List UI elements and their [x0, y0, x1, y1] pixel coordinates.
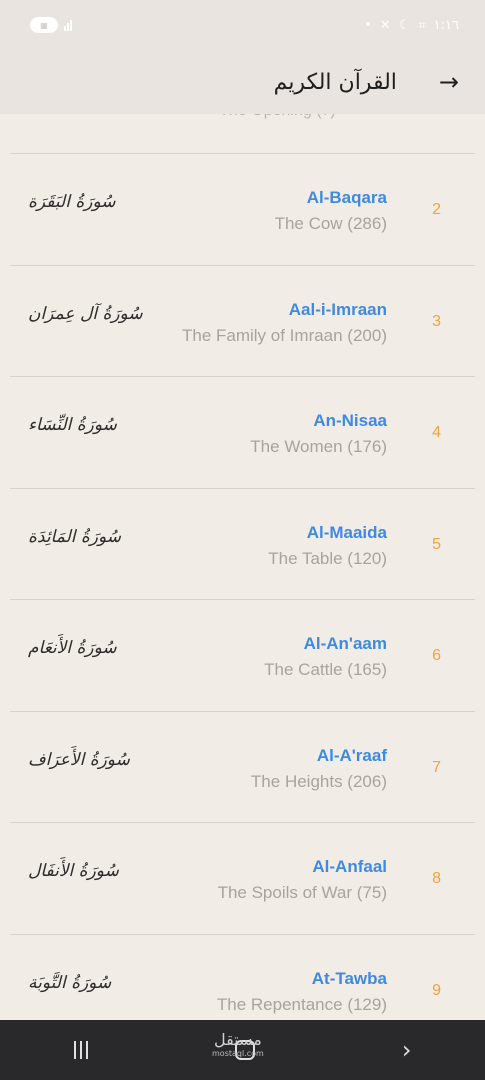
watermark-latin: mostaql.com — [212, 1049, 264, 1058]
moon-icon: ☾ — [398, 17, 411, 33]
arrow-right-icon: → — [438, 68, 459, 96]
app-bar: القرآن الكريم → — [0, 50, 485, 114]
recents-button[interactable] — [73, 1041, 88, 1059]
surah-calligraphy: سُورَةُ البَقَرَة — [28, 192, 116, 212]
surah-calligraphy: سُورَةُ الأَعرَاف — [28, 749, 130, 770]
surah-meaning: The Family of Imraan (200) — [181, 325, 387, 345]
surah-number: 9 — [432, 981, 441, 999]
watermark: مستقل mostaql.com — [212, 1030, 264, 1058]
surah-row[interactable]: سُورَةُ الأَنعَام Al-An'aam The Cattle (… — [10, 599, 475, 711]
surah-name: Al-An'aam — [303, 634, 387, 653]
surah-meaning: The Table (120) — [268, 548, 387, 568]
surah-number: 8 — [432, 870, 441, 887]
surah-calligraphy: سُورَةُ الأَنعَام — [28, 638, 117, 658]
page-title: القرآن الكريم — [273, 69, 397, 95]
surah-name: At-Tawba — [311, 968, 387, 988]
surah-meaning: The Repentance (129) — [216, 994, 387, 1014]
surah-meaning: The Spoils of War (75) — [217, 883, 387, 902]
surah-row[interactable]: سُورَةُ النِّسَاء An-Nisaa The Women (17… — [10, 376, 475, 488]
surah-list: سُورَةُ البَقَرَة Al-Baqara The Cow (286… — [10, 153, 475, 1045]
surah-calligraphy: سُورَةُ النِّسَاء — [28, 415, 117, 435]
surah-row[interactable]: سُورَةُ البَقَرَة Al-Baqara The Cow (286… — [10, 153, 475, 265]
surah-number: 7 — [432, 758, 441, 776]
surah-number: 6 — [432, 647, 441, 664]
back-nav-button[interactable]: › — [402, 1036, 412, 1064]
surah-row[interactable]: سُورَةُ الأَنفَال Al-Anfaal The Spoils o… — [10, 822, 475, 934]
status-time: ١:١٦ — [433, 17, 459, 33]
surah-meaning: The Women (176) — [250, 437, 387, 456]
surah-name: Aal-i-Imraan — [288, 299, 387, 319]
surah-row[interactable]: سُورَةُ الأَعرَاف Al-A'raaf The Heights … — [10, 710, 475, 823]
surah-meaning: The Cattle (165) — [264, 660, 387, 679]
surah-meaning: The Heights (206) — [250, 771, 387, 791]
surah-calligraphy: سُورَةُ آل عِمرَان — [28, 303, 143, 324]
surah-name: Al-Maaida — [306, 522, 387, 542]
status-left: ▦ — [30, 17, 72, 33]
surah-meaning: The Cow (286) — [274, 214, 387, 233]
notification-dot-icon: • — [364, 17, 372, 33]
surah-number: 2 — [432, 201, 441, 218]
chevron-right-icon: › — [401, 1036, 412, 1064]
signal-icon — [64, 19, 72, 31]
no-alarm-icon: ✕ — [379, 17, 391, 33]
surah-calligraphy: سُورَةُ التَّوبَة — [28, 972, 112, 993]
surah-number: 4 — [432, 424, 441, 441]
gallery-icon: ▦ — [30, 17, 58, 33]
surah-row[interactable]: سُورَةُ آل عِمرَان Aal-i-Imraan The Fami… — [10, 264, 475, 377]
surah-name: Al-A'raaf — [316, 745, 387, 765]
surah-name: An-Nisaa — [313, 411, 387, 430]
screenshot-icon: ⌗ — [418, 17, 426, 33]
surah-name: Al-Anfaal — [312, 857, 387, 876]
surah-number: 5 — [432, 535, 441, 553]
surah-calligraphy: سُورَةُ الأَنفَال — [28, 861, 119, 881]
surah-name: Al-Baqara — [306, 188, 387, 207]
status-bar: ▦ • ✕ ☾ ⌗ ١:١٦ — [0, 0, 485, 50]
surah-number: 3 — [432, 312, 441, 330]
surah-row[interactable]: سُورَةُ المَائِدَة Al-Maaida The Table (… — [10, 487, 475, 600]
status-right: • ✕ ☾ ⌗ ١:١٦ — [364, 18, 459, 33]
surah-calligraphy: سُورَةُ المَائِدَة — [28, 526, 122, 547]
back-button[interactable]: → — [439, 70, 459, 94]
watermark-arabic: مستقل — [213, 1030, 262, 1049]
